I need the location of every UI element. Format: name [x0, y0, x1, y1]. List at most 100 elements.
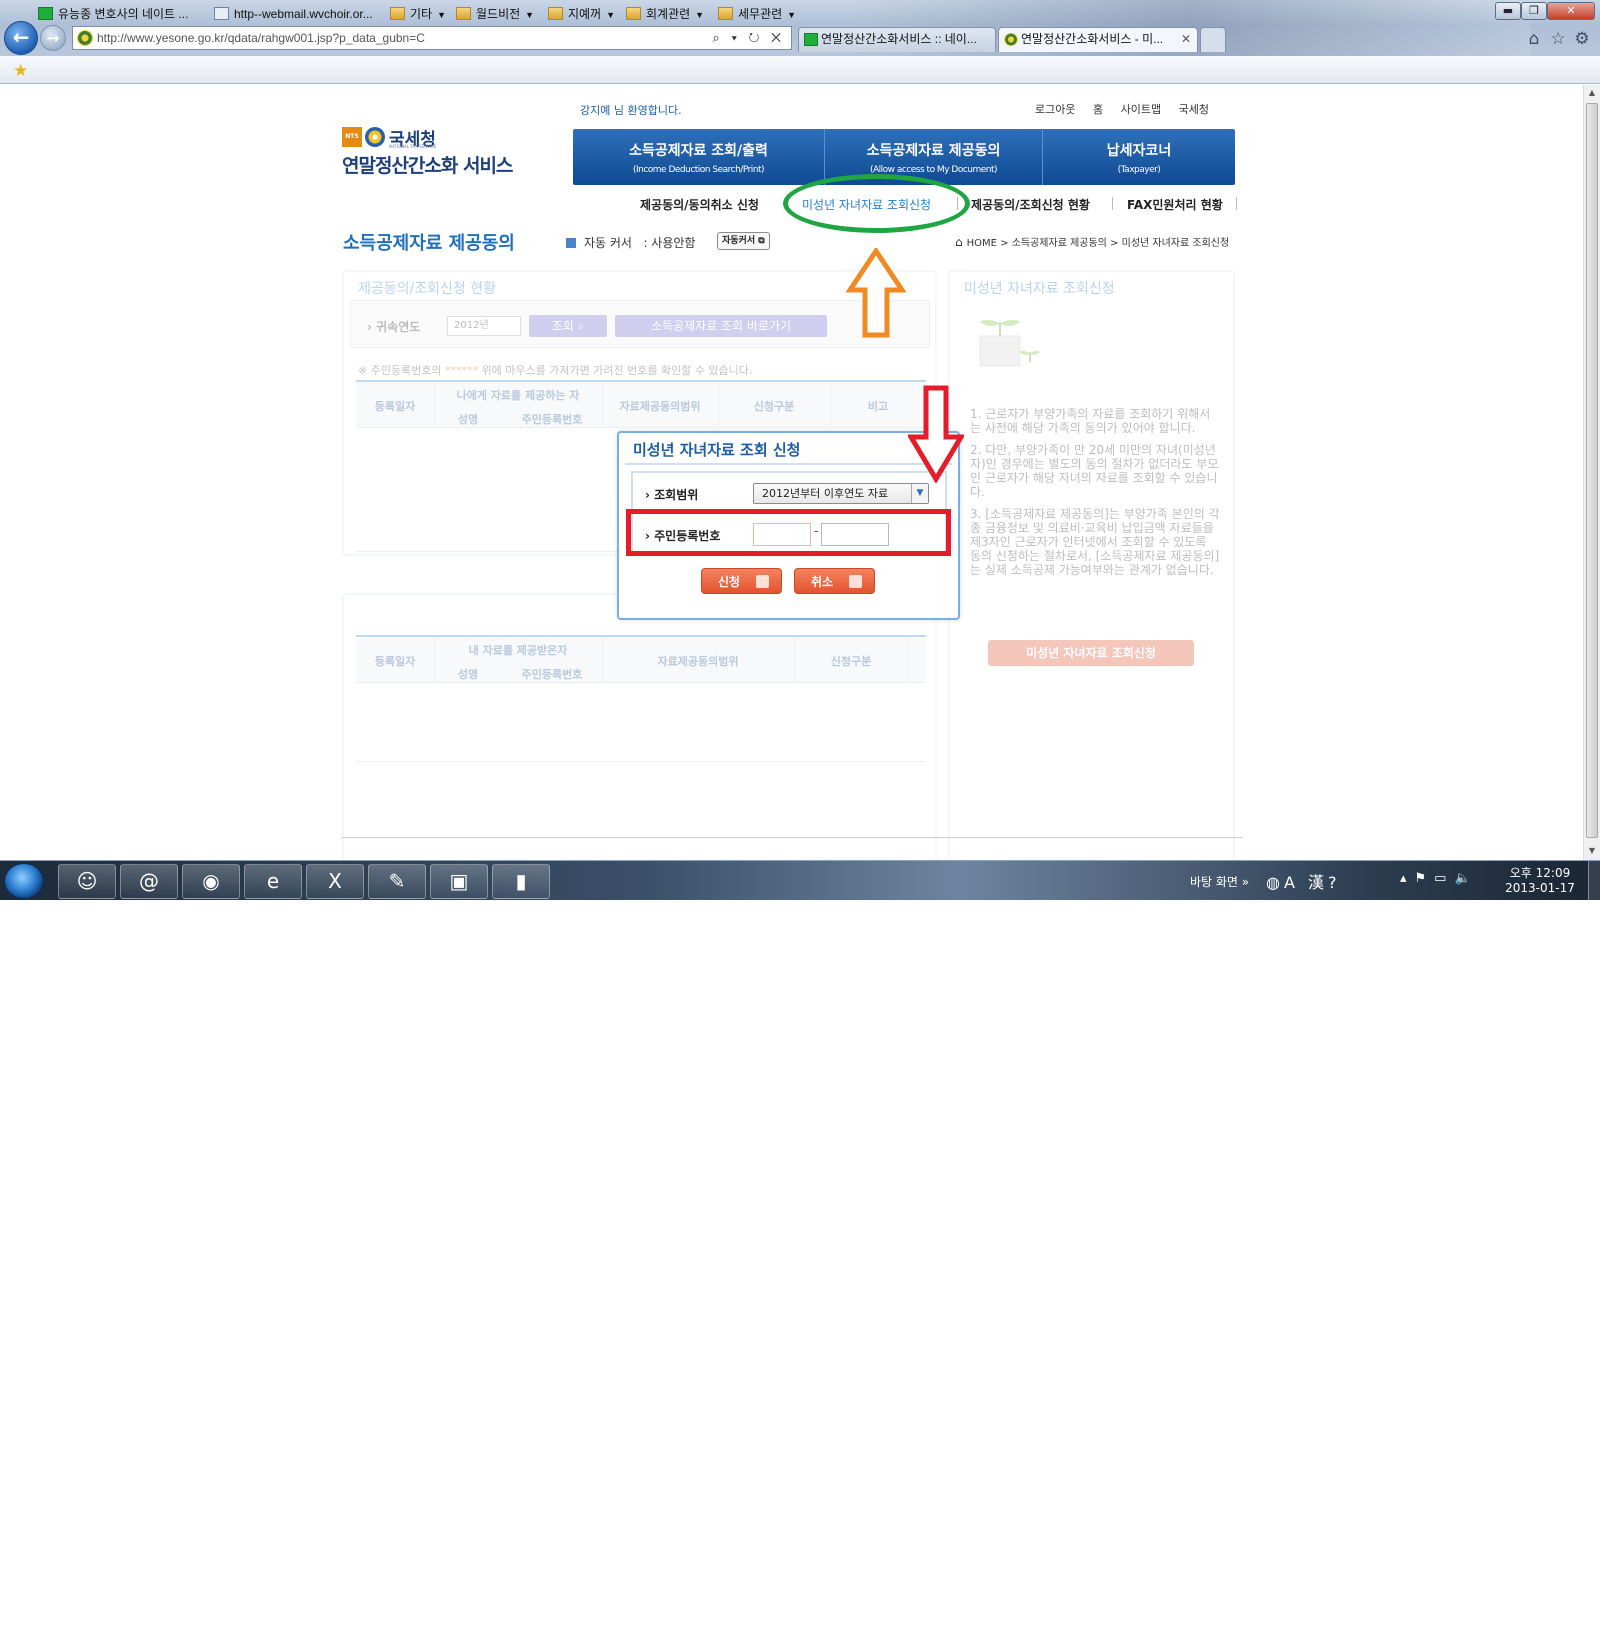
search-button[interactable]: 조회 ⌕: [529, 315, 607, 337]
mail-taskbar-icon[interactable]: @: [120, 864, 178, 899]
header-request-type: 신청구분: [753, 400, 795, 413]
range-select[interactable]: 2012년부터 이후연도 자료 ▼: [753, 483, 929, 504]
subnav-consent-request[interactable]: 제공동의/동의취소 신청: [640, 196, 759, 213]
close-window-button[interactable]: ✕: [1547, 2, 1595, 20]
apply-button[interactable]: 신청: [701, 568, 782, 594]
favorites-star-icon[interactable]: ☆: [1548, 29, 1568, 49]
nav-label: 소득공제자료 제공동의: [866, 143, 1001, 159]
auto-cursor-label: 자동 커서: [584, 236, 632, 250]
dropdown-caret-icon: ▼: [787, 10, 797, 20]
favorite-folder[interactable]: 지예꺼 ▼: [548, 5, 615, 23]
back-arrow-icon: ←: [12, 25, 30, 49]
highlight-box: [626, 509, 951, 556]
address-bar[interactable]: http://www.yesone.go.kr/qdata/rahgw001.j…: [72, 26, 792, 50]
scroll-down-icon[interactable]: ▼: [1584, 843, 1600, 859]
tax-app-taskbar-icon[interactable]: ✎: [368, 864, 426, 899]
nav-taxpayer[interactable]: 납세자코너 (Taxpayer): [1043, 129, 1235, 185]
back-button[interactable]: ←: [4, 21, 38, 55]
home-link[interactable]: 홈: [1093, 103, 1103, 116]
description-item: 1. 근로자가 부양가족의 자료를 조회하기 위해서는 사전에 해당 가족의 동…: [970, 407, 1211, 435]
panel-title: 미성년 자녀자료 조회신청: [964, 281, 1115, 297]
browser-tab-active[interactable]: 연말정산간소화서비스 - 미... ✕: [998, 27, 1198, 52]
nts-link[interactable]: 국세청: [1179, 103, 1209, 116]
nts-emblem-icon: [365, 127, 385, 147]
go-to-search-button[interactable]: 소득공제자료 조회 바로가기: [615, 315, 827, 337]
range-label: › 조회범위: [645, 488, 699, 502]
nav-income-deduction-search[interactable]: 소득공제자료 조회/출력 (Income Deduction Search/Pr…: [573, 129, 825, 185]
header-receiver-group: 내 자료를 제공받은자: [468, 644, 568, 657]
new-tab-button[interactable]: [1200, 27, 1226, 52]
excel-taskbar-icon[interactable]: X: [306, 864, 364, 899]
header-request-type: 신청구분: [830, 655, 872, 668]
provided-panel: 등록일자 내 자료를 제공받은자 성명 주민등록번호 자료제공동의범위 신청구분: [342, 593, 937, 860]
favorite-label: 기타: [410, 7, 433, 21]
tab-close-icon[interactable]: ✕: [1181, 28, 1191, 51]
ie-page-icon: [214, 7, 229, 20]
browser-tab[interactable]: 연말정산간소화서비스 :: 네이...: [798, 27, 996, 52]
favorite-folder[interactable]: 세무관련 ▼: [718, 5, 796, 23]
nav-label: 납세자코너: [1106, 143, 1172, 159]
remote-desktop-taskbar-icon[interactable]: ▣: [430, 864, 488, 899]
show-desktop-button[interactable]: [1588, 861, 1600, 900]
logout-link[interactable]: 로그아웃: [1035, 103, 1075, 116]
nav-label-en: (Income Deduction Search/Print): [632, 165, 765, 175]
page-divider: [342, 837, 1242, 838]
clock-time: 오후 12:09: [1509, 866, 1571, 880]
desktop-toolbar-label[interactable]: 바탕 화면 »: [1190, 873, 1249, 890]
minor-request-button-label: 미성년 자녀자료 조회신청: [1026, 646, 1156, 660]
favorite-folder[interactable]: 기타 ▼: [390, 5, 446, 23]
ime-indicator[interactable]: ◍A 漢?: [1266, 869, 1341, 893]
sitemap-link[interactable]: 사이트맵: [1121, 103, 1161, 116]
year-select[interactable]: 2012년: [447, 316, 521, 336]
agency-name-en: NATIONAL TAX SERVICE: [389, 144, 437, 149]
auto-cursor-status: 자동 커서 : 사용안함: [566, 234, 695, 251]
favorite-link[interactable]: 유능종 변호사의 네이트 ...: [38, 5, 188, 23]
globe-taskbar-icon[interactable]: ◉: [182, 864, 240, 899]
favorite-folder[interactable]: 회계관련 ▼: [626, 5, 704, 23]
dialog-title-underline: [625, 463, 952, 465]
favorite-folder[interactable]: 월드비전 ▼: [456, 5, 534, 23]
gear-icon[interactable]: ⚙: [1572, 29, 1592, 49]
maximize-button[interactable]: ❐: [1521, 2, 1547, 20]
notice-stars: ******: [445, 364, 479, 377]
subnav-divider: [1236, 197, 1237, 210]
address-tools-icon[interactable]: ⌕ ▾ ↻ ✕: [713, 27, 785, 49]
add-favorite-star-icon[interactable]: ★: [13, 61, 28, 81]
folder-taskbar-icon[interactable]: ▮: [492, 864, 550, 899]
down-arrow-annotation-icon: [908, 385, 964, 483]
messenger-taskbar-icon[interactable]: ☺: [58, 864, 116, 899]
minor-request-button[interactable]: 미성년 자녀자료 조회신청: [988, 640, 1194, 666]
top-links: 로그아웃 홈 사이트맵 국세청: [1035, 101, 1223, 117]
forward-button[interactable]: →: [40, 25, 66, 51]
nav-label-en: (Allow access to My Document): [869, 165, 998, 175]
subnav-fax-status[interactable]: FAX민원처리 현황: [1127, 196, 1223, 213]
breadcrumb-text: HOME > 소득공제자료 제공동의 > 미성년 자녀자료 조회신청: [966, 238, 1230, 249]
folder-icon: [390, 7, 405, 20]
favorite-label: http--webmail.wvchoir.or...: [234, 7, 373, 21]
home-icon: ⌂: [955, 235, 963, 249]
system-tray-icons[interactable]: ▴⚑▭🔈: [1400, 871, 1479, 886]
favorite-label: 유능종 변호사의 네이트 ...: [58, 7, 189, 21]
vertical-scrollbar[interactable]: ▲ ▼: [1583, 85, 1600, 860]
start-button[interactable]: [4, 863, 44, 899]
page-viewport: 강지예 님 환영합니다. 로그아웃 홈 사이트맵 국세청 NTS 국세청 NAT…: [0, 85, 1583, 860]
scroll-up-icon[interactable]: ▲: [1584, 85, 1600, 101]
home-icon[interactable]: ⌂: [1524, 29, 1544, 49]
description-item: 2. 다만, 부양가족이 만 20세 미만의 자녀(미성년자)인 경우에는 별도…: [970, 443, 1219, 499]
clock[interactable]: 오후 12:09 2013-01-17: [1500, 866, 1580, 896]
auto-cursor-button-label: 자동커서: [722, 236, 756, 246]
folder-icon: [548, 7, 563, 20]
subnav-status[interactable]: 제공동의/조회신청 현황: [971, 196, 1090, 213]
screenshot: ← → http://www.yesone.go.kr/qdata/rahgw0…: [0, 0, 1600, 900]
ie-taskbar-icon[interactable]: e: [244, 864, 302, 899]
auto-cursor-button[interactable]: 자동커서 ⧉: [717, 232, 770, 250]
cancel-button[interactable]: 취소: [794, 568, 875, 594]
minimize-button[interactable]: ▬: [1495, 2, 1521, 20]
favorite-link[interactable]: http--webmail.wvchoir.or...: [214, 5, 373, 23]
external-link-icon: ⧉: [758, 236, 765, 246]
ime-text: A 漢: [1283, 873, 1329, 892]
year-value: 2012년: [454, 320, 489, 331]
folder-icon: [626, 7, 641, 20]
header-ssn: 주민등록번호: [521, 413, 583, 426]
scrollbar-thumb[interactable]: [1586, 103, 1598, 838]
